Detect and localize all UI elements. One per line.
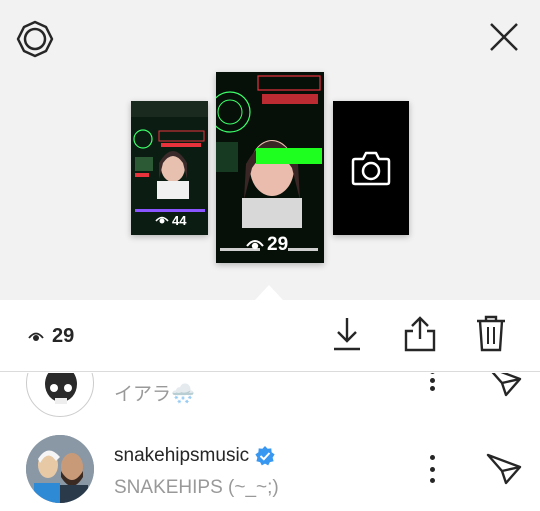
close-button[interactable] <box>484 17 524 57</box>
settings-button[interactable] <box>14 18 56 60</box>
dot <box>429 386 435 391</box>
dot <box>429 377 435 383</box>
story-thumbnail-selected[interactable]: 29 <box>216 72 324 263</box>
dot <box>429 373 435 374</box>
share-icon <box>404 316 436 352</box>
viewer-username[interactable]: snakehipsmusic <box>114 445 275 467</box>
close-icon <box>490 23 518 51</box>
dot <box>429 478 435 483</box>
eye-icon <box>28 325 44 348</box>
send-message-button[interactable] <box>484 373 524 401</box>
verified-badge-icon <box>255 446 275 466</box>
story-action-bar: 29 <box>0 300 540 372</box>
avatar[interactable] <box>26 435 94 503</box>
skull-avatar-image <box>45 373 77 404</box>
viewer-full-name: イアラ🌨️ <box>114 384 195 405</box>
add-story-button[interactable] <box>333 101 409 235</box>
more-options-button[interactable] <box>423 373 441 391</box>
paper-plane-icon <box>486 453 522 485</box>
download-icon <box>334 318 360 351</box>
eye-icon <box>246 234 264 256</box>
delete-button[interactable] <box>471 314 511 354</box>
list-item[interactable]: イアラ🌨️ <box>0 373 540 419</box>
send-message-button[interactable] <box>484 449 524 489</box>
dot <box>429 466 435 472</box>
gear-icon <box>16 20 54 58</box>
camera-icon <box>351 151 391 186</box>
paper-plane-icon <box>491 373 522 397</box>
delete-icon <box>477 315 505 352</box>
eye-icon <box>155 213 169 228</box>
avatar[interactable] <box>26 373 94 417</box>
story-carousel: 44 29 <box>0 0 540 300</box>
story-view-count: 44 <box>155 213 186 228</box>
more-options-button[interactable] <box>423 455 441 483</box>
download-button[interactable] <box>327 314 367 354</box>
story-view-count: 29 <box>246 234 288 256</box>
selection-pointer <box>255 285 283 300</box>
list-item[interactable]: snakehipsmusic SNAKEHIPS (~_~;) <box>0 435 540 505</box>
dot <box>429 455 435 460</box>
viewer-full-name: SNAKEHIPS (~_~;) <box>114 477 279 498</box>
share-button[interactable] <box>400 314 440 354</box>
viewer-list: イアラ🌨️ snakehipsmusic SNAKEHIPS (~_~;) <box>0 373 540 511</box>
snakehips-avatar-image <box>26 435 94 503</box>
story-thumbnail[interactable]: 44 <box>131 101 208 235</box>
viewers-count[interactable]: 29 <box>28 325 74 348</box>
